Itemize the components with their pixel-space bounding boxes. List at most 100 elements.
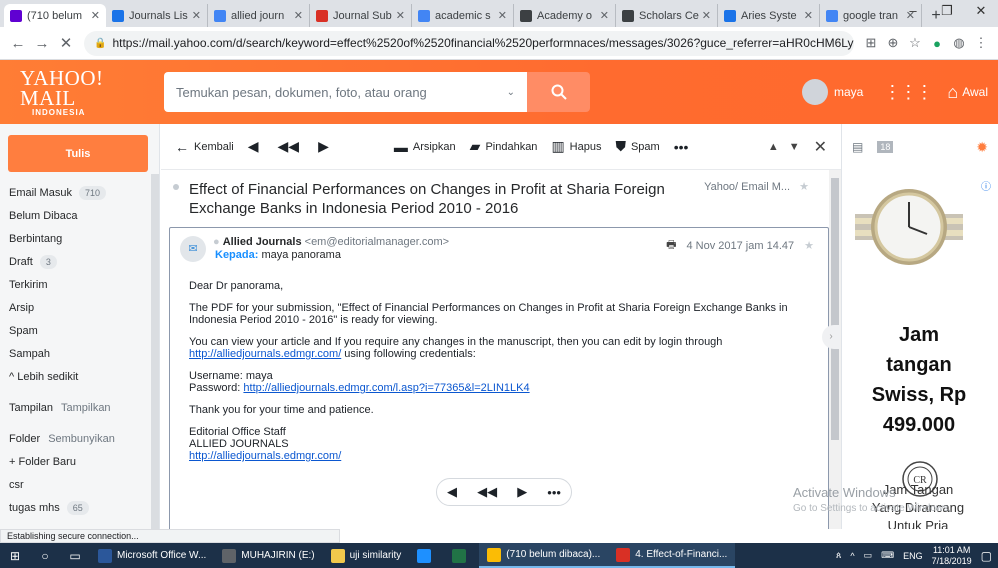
- watch-ad[interactable]: ⓘ Jam tangan Swiss, Rp 499.000 CR: [845, 170, 993, 525]
- people-icon[interactable]: ጰ: [836, 550, 841, 561]
- keyboard-icon[interactable]: ⌨: [881, 550, 894, 561]
- ad-info-icon[interactable]: ⓘ: [981, 178, 991, 193]
- restore-icon[interactable]: ❐: [930, 0, 964, 27]
- hide-folders-link[interactable]: Sembunyikan: [48, 433, 115, 445]
- zoom-icon[interactable]: ⊕: [882, 35, 904, 51]
- sidebar-item[interactable]: Draft 3: [9, 250, 149, 273]
- signature-link[interactable]: http://alliedjournals.edmgr.com/: [189, 450, 341, 462]
- sidebar-scrollbar[interactable]: [151, 174, 159, 529]
- browser-menu-icon[interactable]: ⋮: [970, 35, 992, 51]
- next-message-icon[interactable]: ▼: [789, 141, 800, 153]
- more-actions-button[interactable]: •••: [674, 139, 694, 155]
- search-circle-icon[interactable]: ○: [30, 543, 60, 568]
- forward-icon[interactable]: ▶: [517, 484, 527, 500]
- taskbar-app[interactable]: [409, 543, 444, 568]
- taskbar-app[interactable]: MUHAJIRIN (E:): [214, 543, 322, 568]
- close-tab-icon[interactable]: ✕: [702, 9, 711, 22]
- password-link[interactable]: http://alliedjournals.edmgr.com/l.asp?i=…: [243, 382, 529, 394]
- sidebar-item[interactable]: Belum Dibaca: [9, 204, 149, 227]
- close-tab-icon[interactable]: ✕: [91, 9, 100, 22]
- browser-tab[interactable]: Aries Syste ✕: [718, 4, 820, 27]
- apps-grid-icon[interactable]: ⋮⋮⋮: [883, 82, 933, 103]
- clock[interactable]: 11:01 AM 7/18/2019: [932, 545, 972, 567]
- browser-tab[interactable]: Journals Lis ✕: [106, 4, 208, 27]
- reply-button[interactable]: ◀: [248, 138, 264, 155]
- close-tab-icon[interactable]: ✕: [192, 9, 201, 22]
- windows-start-icon[interactable]: ⊞: [0, 543, 30, 568]
- chevron-up-icon[interactable]: ^: [850, 551, 854, 561]
- new-folder-button[interactable]: + Folder Baru: [9, 450, 149, 473]
- to-name[interactable]: maya panorama: [261, 249, 341, 261]
- browser-tab[interactable]: Scholars Ce ✕: [616, 4, 718, 27]
- edmgr-link[interactable]: http://alliedjournals.edmgr.com/: [189, 348, 341, 360]
- taskbar-app[interactable]: Microsoft Office W...: [90, 543, 214, 568]
- home-label[interactable]: Awal: [962, 85, 988, 99]
- yahoo-mail-logo[interactable]: YAHOO! MAIL INDONESIA: [0, 67, 155, 117]
- close-tab-icon[interactable]: ✕: [498, 9, 507, 22]
- previous-message-icon[interactable]: ▲: [768, 141, 779, 153]
- show-views-link[interactable]: Tampilkan: [61, 402, 111, 414]
- profile-icon[interactable]: ◍: [948, 35, 970, 51]
- sender-name[interactable]: Allied Journals: [223, 236, 302, 248]
- chevron-right-icon[interactable]: ›: [822, 325, 840, 349]
- show-less-toggle[interactable]: ^ Lebih sedikit: [9, 365, 149, 388]
- extension-icon[interactable]: ●: [926, 36, 948, 51]
- gear-icon[interactable]: ✹: [976, 139, 988, 156]
- forward-arrow-icon[interactable]: →: [30, 35, 54, 52]
- compose-button[interactable]: Tulis: [8, 135, 148, 172]
- close-tab-icon[interactable]: ✕: [804, 9, 813, 22]
- star-icon[interactable]: ★: [799, 181, 809, 193]
- calendar-icon[interactable]: 18: [877, 141, 894, 153]
- close-tab-icon[interactable]: ✕: [600, 9, 609, 22]
- user-name[interactable]: maya: [834, 85, 863, 99]
- translate-icon[interactable]: ⊞: [860, 35, 882, 51]
- home-icon[interactable]: ⌂: [947, 82, 958, 103]
- forward-button[interactable]: ▶: [318, 138, 334, 155]
- taskbar-app[interactable]: 4. Effect-of-Financi...: [608, 543, 736, 568]
- sidebar-item[interactable]: Email Masuk 710: [9, 181, 149, 204]
- folder-item[interactable]: csr: [9, 473, 149, 496]
- browser-tab[interactable]: Academy o ✕: [514, 4, 616, 27]
- bookmark-star-icon[interactable]: ☆: [904, 35, 926, 51]
- browser-tab[interactable]: Journal Sub ✕: [310, 4, 412, 27]
- message-scrollbar[interactable]: [829, 170, 841, 529]
- close-icon[interactable]: ✕: [814, 137, 827, 157]
- reply-icon[interactable]: ◀: [447, 484, 457, 500]
- contacts-icon[interactable]: ▤: [852, 140, 863, 154]
- print-icon[interactable]: 🖶: [666, 236, 676, 255]
- avatar[interactable]: [801, 79, 828, 105]
- taskbar-app[interactable]: (710 belum dibaca)...: [479, 543, 609, 568]
- taskbar-app[interactable]: [444, 543, 479, 568]
- url-input[interactable]: 🔒 https://mail.yahoo.com/d/search/keywor…: [84, 30, 854, 56]
- sidebar-item[interactable]: Spam: [9, 319, 149, 342]
- taskbar-app[interactable]: uji similarity: [323, 543, 410, 568]
- scrollbar-thumb[interactable]: [831, 178, 839, 440]
- chevron-down-icon[interactable]: ⌄: [507, 87, 515, 98]
- browser-tab[interactable]: academic s ✕: [412, 4, 514, 27]
- sidebar-item[interactable]: Berbintang: [9, 227, 149, 250]
- stop-loading-icon[interactable]: ✕: [54, 34, 78, 52]
- notification-icon[interactable]: ▢: [981, 549, 992, 563]
- sidebar-item[interactable]: Arsip: [9, 296, 149, 319]
- folder-item[interactable]: tugas mhs 65: [9, 496, 149, 519]
- search-button[interactable]: [527, 72, 590, 112]
- archive-button[interactable]: ▬ Arsipkan: [394, 139, 456, 155]
- sidebar-item[interactable]: Sampah: [9, 342, 149, 365]
- browser-tab[interactable]: allied journ ✕: [208, 4, 310, 27]
- close-window-icon[interactable]: ✕: [964, 0, 998, 27]
- mail-search-input[interactable]: Temukan pesan, dokumen, foto, atau orang…: [164, 72, 527, 112]
- task-view-icon[interactable]: ▭: [60, 543, 90, 568]
- reply-all-button[interactable]: ◀◀: [278, 138, 305, 155]
- minimize-icon[interactable]: –: [896, 0, 930, 27]
- back-button[interactable]: ← Kembali: [175, 139, 234, 155]
- close-tab-icon[interactable]: ✕: [294, 9, 303, 22]
- browser-tab[interactable]: (710 belum ✕: [4, 4, 106, 27]
- star-icon[interactable]: ★: [804, 239, 814, 252]
- back-arrow-icon[interactable]: ←: [6, 35, 30, 52]
- delete-button[interactable]: ▥ Hapus: [551, 138, 601, 155]
- battery-icon[interactable]: ▭: [864, 550, 873, 561]
- reply-all-icon[interactable]: ◀◀: [477, 484, 497, 500]
- more-dots-icon[interactable]: •••: [547, 485, 561, 500]
- language-indicator[interactable]: ENG: [903, 551, 923, 561]
- close-tab-icon[interactable]: ✕: [396, 9, 405, 22]
